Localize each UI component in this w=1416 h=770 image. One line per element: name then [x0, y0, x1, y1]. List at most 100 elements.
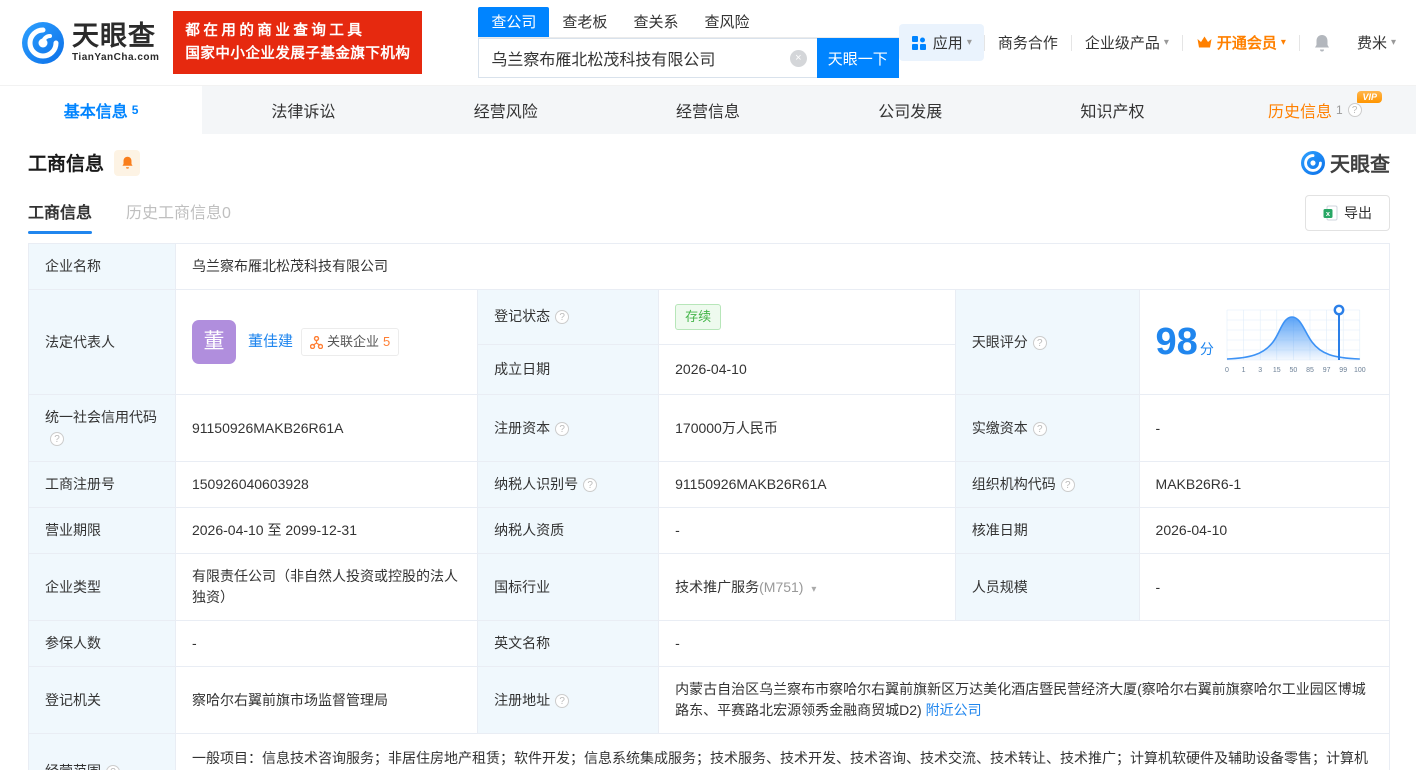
help-icon[interactable]: ? [50, 432, 64, 446]
related-companies-badge[interactable]: 关联企业 5 [301, 328, 399, 356]
brand-slogan-banner: 都在用的商业查询工具 国家中小企业发展子基金旗下机构 [173, 11, 422, 74]
help-icon[interactable]: ? [106, 765, 120, 770]
chevron-down-icon: ▾ [1164, 37, 1169, 48]
help-icon[interactable]: ? [1061, 478, 1075, 492]
help-icon[interactable]: ? [555, 310, 569, 324]
reg-capital-value: 170000万人民币 [659, 395, 956, 462]
avatar[interactable]: 董 [192, 320, 236, 364]
chevron-down-icon[interactable]: ▾ [811, 584, 816, 595]
clear-search-icon[interactable]: × [790, 50, 807, 67]
address-text: 内蒙古自治区乌兰察布市察哈尔右翼前旗新区万达美化酒店暨民营经济大厦(察哈尔右翼前… [675, 681, 1366, 718]
apps-menu[interactable]: 应用 ▾ [899, 24, 984, 61]
help-icon[interactable]: ? [1033, 336, 1047, 350]
svg-text:99: 99 [1339, 367, 1347, 374]
tab-company-development[interactable]: 公司发展 [809, 86, 1011, 134]
score-cell[interactable]: 98分 [1139, 290, 1389, 395]
legal-rep-label: 法定代表人 [29, 290, 176, 395]
help-icon[interactable]: ? [555, 694, 569, 708]
table-row: 企业名称 乌兰察布雁北松茂科技有限公司 [29, 244, 1390, 290]
est-date-label: 成立日期 [478, 344, 659, 394]
tianyancha-logo[interactable]: 天眼查 TianYanCha.com [22, 22, 159, 64]
reg-authority-value: 察哈尔右翼前旗市场监督管理局 [175, 667, 477, 734]
tab-label: 公司发展 [878, 98, 942, 122]
reg-number-label: 工商注册号 [29, 462, 176, 508]
insured-count-label: 参保人数 [29, 621, 176, 667]
company-type-value: 有限责任公司（非自然人投资或控股的法人独资） [175, 554, 477, 621]
reg-authority-label: 登记机关 [29, 667, 176, 734]
enterprise-products-label: 企业级产品 [1085, 32, 1160, 53]
enterprise-products-menu[interactable]: 企业级产品 ▾ [1072, 32, 1182, 53]
english-name-label: 英文名称 [478, 621, 659, 667]
watermark-text: 天眼查 [1330, 148, 1390, 177]
vip-badge: VIP [1357, 91, 1382, 103]
subscribe-bell-button[interactable] [114, 150, 140, 176]
table-row: 营业期限 2026-04-10 至 2099-12-31 纳税人资质 - 核准日… [29, 508, 1390, 554]
tab-intellectual-property[interactable]: 知识产权 [1011, 86, 1213, 134]
uscc-label: 统一社会信用代码 [45, 409, 157, 425]
search-tab-risk[interactable]: 查风险 [691, 7, 762, 37]
svg-text:1: 1 [1242, 367, 1246, 374]
search-input[interactable] [478, 38, 816, 78]
address-label: 注册地址 [494, 692, 550, 708]
user-account-menu[interactable]: 费米 ▾ [1344, 32, 1396, 53]
search-tab-boss[interactable]: 查老板 [549, 7, 620, 37]
insured-count-value: - [175, 621, 477, 667]
tab-label: 基本信息 [64, 98, 128, 122]
excel-icon: x [1323, 205, 1338, 221]
logo-text-cn: 天眼查 [72, 23, 159, 50]
industry-label: 国标行业 [478, 554, 659, 621]
chevron-down-icon: ▾ [1391, 37, 1396, 48]
apps-grid-icon [911, 35, 927, 51]
header-right-nav: 应用 ▾ 商务合作 企业级产品 ▾ 开通会员 ▾ [899, 24, 1396, 61]
tab-label: 知识产权 [1081, 98, 1145, 122]
help-icon[interactable]: ? [1033, 422, 1047, 436]
page: 天眼查 TianYanCha.com 都在用的商业查询工具 国家中小企业发展子基… [0, 0, 1416, 770]
score-value: 98分 [1156, 323, 1214, 361]
paid-capital-label-cell: 实缴资本? [955, 395, 1139, 462]
tab-basic-info[interactable]: 基本信息 5 [0, 86, 202, 134]
help-icon[interactable]: ? [555, 422, 569, 436]
tab-business-info[interactable]: 经营信息 [607, 86, 809, 134]
business-scope-label-cell: 经营范围? [29, 734, 176, 770]
tab-legal-proceedings[interactable]: 法律诉讼 [202, 86, 404, 134]
help-icon[interactable]: ? [1348, 103, 1362, 117]
business-scope-value: 一般项目：信息技术咨询服务；非居住房地产租赁；软件开发；信息系统集成服务；技术服… [175, 734, 1389, 770]
search-tab-company[interactable]: 查公司 [478, 7, 549, 37]
taxpayer-qual-label: 纳税人资质 [478, 508, 659, 554]
table-row: 参保人数 - 英文名称 - [29, 621, 1390, 667]
score-label-cell: 天眼评分? [955, 290, 1139, 395]
reg-capital-label-cell: 注册资本? [478, 395, 659, 462]
taxpayer-id-value: 91150926MAKB26R61A [659, 462, 956, 508]
taxpayer-qual-value: - [659, 508, 956, 554]
table-row: 企业类型 有限责任公司（非自然人投资或控股的法人独资） 国标行业 技术推广服务(… [29, 554, 1390, 621]
tab-history-info[interactable]: VIP 历史信息 1 ? [1214, 86, 1416, 134]
related-companies-count: 5 [383, 332, 390, 352]
legal-rep-name-link[interactable]: 董佳建 [248, 331, 293, 354]
business-cooperation-link[interactable]: 商务合作 [985, 32, 1071, 53]
business-term-value: 2026-04-10 至 2099-12-31 [175, 508, 477, 554]
export-button[interactable]: x 导出 [1305, 195, 1390, 231]
table-row: 工商注册号 150926040603928 纳税人识别号? 91150926MA… [29, 462, 1390, 508]
business-scope-label: 经营范围 [45, 763, 101, 770]
search-tab-relation[interactable]: 查关系 [620, 7, 691, 37]
score-distribution-chart: 0 1 3 15 50 85 97 99 100 [1221, 302, 1373, 382]
table-row: 法定代表人 董 董佳建 关联企业 [29, 290, 1390, 345]
company-type-label: 企业类型 [29, 554, 176, 621]
taxpayer-id-label: 纳税人识别号 [494, 476, 578, 492]
help-icon[interactable]: ? [583, 478, 597, 492]
notifications-bell[interactable] [1300, 33, 1344, 53]
svg-text:85: 85 [1306, 367, 1314, 374]
paid-capital-value: - [1139, 395, 1389, 462]
open-vip-menu[interactable]: 开通会员 ▾ [1183, 32, 1299, 53]
company-name-value: 乌兰察布雁北松茂科技有限公司 [175, 244, 1389, 290]
industry-value[interactable]: 技术推广服务(M751) ▾ [659, 554, 956, 621]
subtab-business-registration[interactable]: 工商信息 [28, 199, 92, 234]
search-button[interactable]: 天眼一下 [817, 38, 899, 78]
subtab-history-registration[interactable]: 历史工商信息0 [126, 199, 231, 234]
nearby-companies-link[interactable]: 附近公司 [926, 702, 982, 718]
tab-operating-risk[interactable]: 经营风险 [405, 86, 607, 134]
crown-icon [1196, 35, 1213, 50]
watermark-logo: 天眼查 [1301, 148, 1390, 177]
apps-label: 应用 [933, 32, 963, 53]
staff-size-value: - [1139, 554, 1389, 621]
